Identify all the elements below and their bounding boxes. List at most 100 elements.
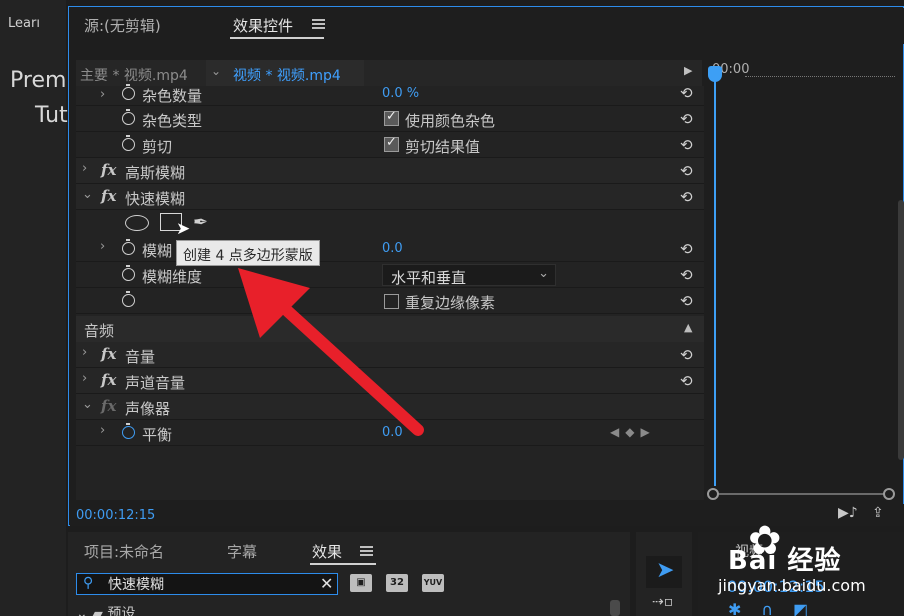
timeline-zoom-bar[interactable] [712,493,890,495]
tutorial-title-line2: Tut [35,103,68,128]
tutorial-title-line1: Prem [10,68,67,93]
pen-mask-icon[interactable]: ✒ [193,212,208,233]
zoom-left-handle[interactable] [707,488,719,500]
fx-icon[interactable]: fx [101,345,116,363]
track-select-icon[interactable]: ⇢▫ [652,594,673,610]
row-blurriness: › 模糊 0.0 ⟲ [76,236,704,262]
tab-effects[interactable]: 效果 [312,541,342,562]
selection-arrow-icon[interactable]: ➤ [656,558,674,583]
timeline-ruler [745,76,895,80]
vertical-scrollbar[interactable] [898,200,904,460]
chevron-right-icon[interactable]: › [82,161,87,176]
lower-scrollbar[interactable] [610,600,620,616]
property-label: 模糊 [142,242,173,260]
reset-icon[interactable]: ⟲ [680,372,693,390]
tab-project[interactable]: 项目:未命名 [84,541,164,562]
mini-timeline [704,60,900,500]
fx-icon[interactable]: fx [101,371,116,389]
chevron-right-icon[interactable]: › [82,371,87,386]
row-clip: 剪切 剪切结果值 ⟲ [76,132,704,158]
play-triangle-icon[interactable]: ▶ [684,64,692,77]
fx-icon[interactable]: fx [101,187,116,205]
playhead-handle[interactable] [708,66,722,82]
chevron-down-icon[interactable]: ⌄ [82,187,93,202]
active-tab-underline [230,37,324,39]
fx-icon[interactable]: fx [101,161,116,179]
reset-icon[interactable]: ⟲ [680,136,693,154]
chevron-down-icon[interactable]: ⌄ [211,64,221,78]
yuv-effects-icon[interactable]: YUV [422,574,444,592]
export-icon[interactable]: ⇪ [872,505,884,521]
32bit-effects-icon[interactable]: 32 [386,574,408,592]
accelerated-effects-icon[interactable]: ▣ [350,574,372,592]
playhead-line [714,76,716,486]
mouse-cursor-icon: ➤ [176,219,191,239]
effect-label: 快速模糊 [125,190,186,208]
chevron-down-icon: ⌄ [538,266,549,281]
tab-effect-controls[interactable]: 效果控件 [233,15,293,36]
sequence-tool-icons[interactable]: ✱∩◩ [728,600,828,616]
search-icon: ⚲ [83,575,94,591]
row-noise-type: 杂色类型 使用颜色杂色 ⟲ [76,106,704,132]
tab-captions[interactable]: 字幕 [227,541,257,562]
chevron-right-icon[interactable]: › [100,239,105,254]
chevron-right-icon[interactable]: › [100,87,105,102]
presets-label: 预设 [107,606,136,616]
reset-icon[interactable]: ⟲ [680,346,693,364]
property-value[interactable]: 0.0 % [382,86,419,101]
row-gaussian-blur[interactable]: › fx 高斯模糊 ⟲ [76,158,704,184]
row-noise-amount: › 杂色数量 0.0 % ⟲ [76,80,704,106]
effect-label: 声像器 [125,400,171,418]
stopwatch-icon[interactable] [122,423,135,439]
clip-result-checkbox[interactable] [384,135,399,152]
effect-label: 高斯模糊 [125,164,186,182]
stopwatch-icon[interactable] [122,84,135,100]
reset-icon[interactable]: ⟲ [680,292,693,310]
effect-label: 音量 [125,348,156,366]
watermark-brand: Bai 经验 [728,546,842,576]
reset-icon[interactable]: ⟲ [680,84,693,102]
reset-icon[interactable]: ⟲ [680,266,693,284]
color-noise-checkbox[interactable] [384,109,399,126]
reset-icon[interactable]: ⟲ [680,240,693,258]
ellipse-mask-icon[interactable] [125,215,149,231]
stopwatch-icon[interactable] [122,265,135,281]
keyframe-navigator[interactable]: ◀◆▶ [610,425,656,439]
checkbox-label: 使用颜色杂色 [405,112,496,130]
learn-tab[interactable]: Learı [8,16,40,31]
effect-label: 声道音量 [125,374,186,392]
stopwatch-icon[interactable] [122,291,135,307]
watermark-url: jingyan.baidu.com [718,576,866,595]
tab-source[interactable]: 源:(无剪辑) [84,15,161,36]
active-tab-underline [310,563,376,565]
reset-icon[interactable]: ⟲ [680,110,693,128]
zoom-right-handle[interactable] [883,488,895,500]
audio-section-label: 音频 [84,322,115,340]
checkbox-label: 剪切结果值 [405,138,481,156]
close-icon[interactable]: ✕ [320,574,333,593]
row-fast-blur[interactable]: ⌄ fx 快速模糊 ⟲ [76,184,704,210]
fx-icon[interactable]: fx [101,397,116,415]
effects-search-input[interactable] [108,575,308,593]
stopwatch-icon[interactable] [122,135,135,151]
reset-icon[interactable]: ⟲ [680,188,693,206]
property-label: 剪切 [142,138,173,156]
collapse-up-icon[interactable]: ▲ [684,321,692,334]
stopwatch-icon[interactable] [122,239,135,255]
menu-icon[interactable] [360,546,373,556]
property-value[interactable]: 0.0 [382,241,403,256]
stopwatch-icon[interactable] [122,109,135,125]
chevron-right-icon[interactable]: › [100,423,105,438]
property-label: 模糊维度 [142,268,203,286]
chevron-down-icon[interactable]: ⌄ [82,397,93,412]
presets-folder[interactable]: ⌄ ▰ 预设 [76,603,135,616]
current-timecode[interactable]: 00:00:12:15 [76,508,155,523]
audio-only-icon[interactable]: ▶♪ [838,505,858,521]
left-workspace-strip: Learı Prem Tut [0,0,68,616]
annotation-arrow [238,268,424,436]
menu-icon[interactable] [312,19,325,29]
property-label: 杂色类型 [142,112,203,130]
chevron-right-icon[interactable]: › [82,345,87,360]
reset-icon[interactable]: ⟲ [680,162,693,180]
panel-tab-row [70,8,904,44]
